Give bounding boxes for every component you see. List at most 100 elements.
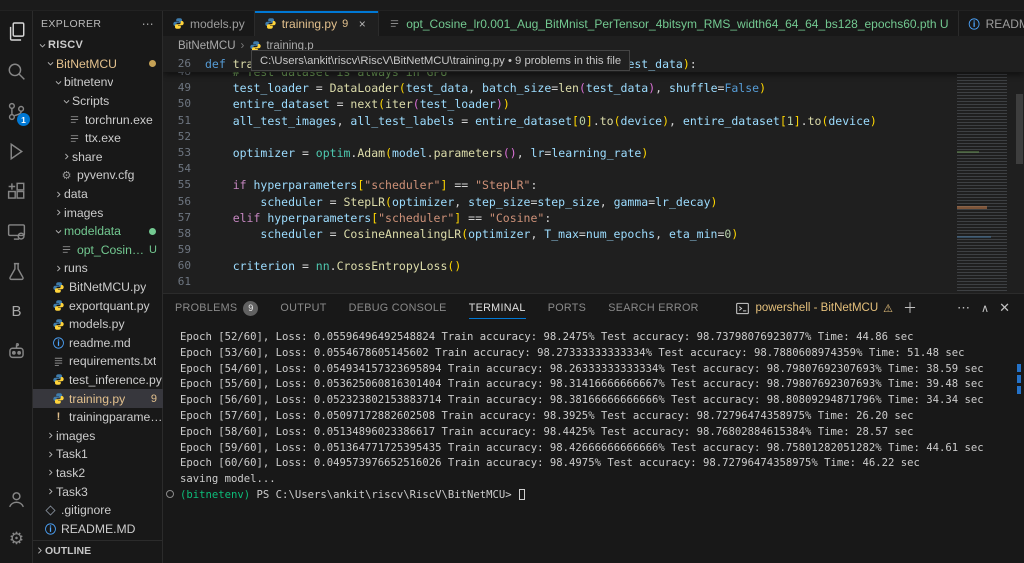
activity-item-explorer[interactable] (0, 11, 33, 51)
code-line[interactable]: 61 (163, 274, 1024, 290)
line-number: 26 (163, 56, 205, 72)
code-text: criterion = nn.CrossEntropyLoss() (205, 258, 461, 274)
code-line[interactable]: 55 if hyperparameters["scheduler"] == "S… (163, 177, 1024, 193)
activity-item-extensions[interactable] (0, 171, 33, 211)
tree-item-BitNetMCU.py[interactable]: BitNetMCU.py (33, 278, 163, 297)
code-text: all_test_images, all_test_labels = entir… (205, 113, 877, 129)
tree-item-ttx.exe[interactable]: ttx.exe (33, 129, 163, 148)
tab-README.MD[interactable]: ⓘREADME.MD (959, 11, 1024, 36)
tree-item-label: bitnetenv (64, 75, 113, 89)
panel-tab-terminal[interactable]: TERMINAL (469, 294, 526, 322)
code-text: if hyperparameters["scheduler"] == "Step… (205, 177, 537, 193)
tree-item-readme.md[interactable]: ⓘreadme.md (33, 334, 163, 353)
line-number: 60 (163, 258, 205, 274)
badge: 1 (17, 113, 30, 126)
outline-section[interactable]: OUTLINE (33, 540, 163, 560)
tab-training.py[interactable]: training.py9× (255, 11, 380, 36)
code-line[interactable]: 59 (163, 242, 1024, 258)
tree-item-test_inference.py[interactable]: test_inference.py (33, 371, 163, 390)
breadcrumb[interactable]: BitNetMCU › training.p C:\Users\ankit\ri… (163, 36, 1024, 56)
tab-models.py[interactable]: models.py (163, 11, 255, 36)
tree-item-label: Scripts (72, 94, 109, 108)
code-line[interactable]: 58 scheduler = CosineAnnealingLR(optimiz… (163, 226, 1024, 242)
tree-item-label: models.py (69, 317, 125, 331)
tree-item-label: training.py (69, 392, 125, 406)
terminal-output[interactable]: Epoch [52/60], Loss: 0.05596496492548824… (163, 330, 1009, 563)
chevron-right-icon (52, 264, 64, 273)
code-line[interactable]: 54 (163, 161, 1024, 177)
code-text: scheduler = CosineAnnealingLR(optimizer,… (205, 226, 738, 242)
code-editor[interactable]: 26def train_model(model, device, hyperpa… (163, 56, 1024, 293)
activity-item-copilot[interactable] (0, 331, 33, 371)
close-icon[interactable]: ✕ (999, 298, 1010, 318)
tree-item-Task1[interactable]: Task1 (33, 445, 163, 464)
editor-group: models.pytraining.py9×opt_Cosine_lr0.001… (163, 11, 1024, 563)
breadcrumb-folder[interactable]: BitNetMCU (178, 40, 236, 52)
tree-item-requirements.txt[interactable]: requirements.txt (33, 352, 163, 371)
activity-item-testing[interactable] (0, 251, 33, 291)
panel-tab-search-error[interactable]: SEARCH ERROR (608, 294, 699, 322)
activity-item-remote-explorer[interactable] (0, 211, 33, 251)
terminal-session-label: powershell - BitNetMCU (755, 302, 878, 314)
modified-dot (149, 60, 156, 67)
panel-tab-output[interactable]: OUTPUT (280, 294, 326, 322)
tree-item-Scripts[interactable]: Scripts (33, 92, 163, 111)
code-line[interactable]: 60 criterion = nn.CrossEntropyLoss() (163, 258, 1024, 274)
panel-tab-debug-console[interactable]: DEBUG CONSOLE (349, 294, 447, 322)
plus-icon[interactable]: ＋ (903, 298, 917, 318)
chevron-up-icon[interactable]: ∧ (981, 298, 989, 318)
tree-item-modeldata[interactable]: modeldata (33, 222, 163, 241)
panel-action-icons: ＋ ⋯ ∧ ✕ (903, 298, 1010, 318)
tree-item-opt_Cosine_lr...[interactable]: opt_Cosine_lr...U (33, 241, 163, 260)
tree-item-images[interactable]: images (33, 203, 163, 222)
activity-item-run-debug[interactable] (0, 131, 33, 171)
panel-tab-problems[interactable]: PROBLEMS9 (175, 294, 258, 322)
tree-item-BitNetMCU[interactable]: BitNetMCU (33, 55, 163, 74)
tree-item-label: torchrun.exe (85, 113, 153, 127)
code-line[interactable]: 56 scheduler = StepLR(optimizer, step_si… (163, 194, 1024, 210)
ellipsis-icon[interactable]: ⋯ (957, 298, 971, 318)
ellipsis-icon[interactable]: ⋯ (142, 17, 154, 31)
chevron-down-icon (52, 78, 64, 87)
tree-item-runs[interactable]: runs (33, 259, 163, 278)
activity-item-extension-b[interactable]: B (0, 291, 33, 331)
tab-opt_Cosine_lr0.001_Aug_B[interactable]: opt_Cosine_lr0.001_Aug_BitMnist_PerTenso… (379, 11, 958, 36)
tree-item-bitnetenv[interactable]: bitnetenv (33, 73, 163, 92)
tree-item-share[interactable]: share (33, 148, 163, 167)
code-line[interactable]: 51 all_test_images, all_test_labels = en… (163, 113, 1024, 129)
tree-item-training.py[interactable]: training.py9 (33, 389, 163, 408)
code-line[interactable]: 49 test_loader = DataLoader(test_data, b… (163, 80, 1024, 96)
tree-item-label: trainingparameters.... (69, 410, 163, 424)
panel-tab-bar: PROBLEMS9 OUTPUT DEBUG CONSOLE TERMINAL PORT… (163, 294, 1024, 322)
tree-item-task2[interactable]: task2 (33, 464, 163, 483)
code-line[interactable]: 57 elif hyperparameters["scheduler"] == … (163, 210, 1024, 226)
warning-icon: ⚠ (883, 302, 893, 315)
tree-item-trainingparameters....[interactable]: !trainingparameters.... (33, 408, 163, 427)
tree-item-images[interactable]: images (33, 426, 163, 445)
tree-item-exportquant.py[interactable]: exportquant.py (33, 296, 163, 315)
tree-item-.gitignore[interactable]: .gitignore (33, 501, 163, 520)
tree-item-pyvenv.cfg[interactable]: ⚙pyvenv.cfg (33, 166, 163, 185)
code-line[interactable]: 52 (163, 129, 1024, 145)
panel-tab-ports[interactable]: PORTS (548, 294, 587, 322)
git-badge: U (149, 244, 157, 256)
tree-item-RISCV[interactable]: RISCV (33, 36, 163, 55)
code-line[interactable]: 50 entire_dataset = next(iter(test_loade… (163, 96, 1024, 112)
tree-item-label: requirements.txt (69, 354, 156, 368)
activity-item-search[interactable] (0, 51, 33, 91)
terminal-session-item[interactable]: powershell - BitNetMCU ⚠ (735, 301, 893, 316)
activity-item-accounts[interactable] (0, 479, 33, 519)
activity-item-source-control[interactable]: 1 (0, 91, 33, 131)
tree-item-models.py[interactable]: models.py (33, 315, 163, 334)
line-number: 51 (163, 113, 205, 129)
tree-item-Task3[interactable]: Task3 (33, 482, 163, 501)
code-line[interactable]: 53 optimizer = optim.Adam(model.paramete… (163, 145, 1024, 161)
clipped-line-content[interactable]: 48 # Test dataset is always in GPU (163, 72, 1024, 80)
activity-item-settings[interactable]: ⚙ (0, 519, 33, 559)
tree-item-label: runs (64, 261, 88, 275)
tree-item-torchrun.exe[interactable]: torchrun.exe (33, 110, 163, 129)
close-icon[interactable]: × (355, 17, 369, 31)
tree-item-data[interactable]: data (33, 185, 163, 204)
bottom-panel: PROBLEMS9 OUTPUT DEBUG CONSOLE TERMINAL PORT… (163, 293, 1024, 563)
tree-item-README.MD[interactable]: ⓘREADME.MD (33, 519, 163, 538)
